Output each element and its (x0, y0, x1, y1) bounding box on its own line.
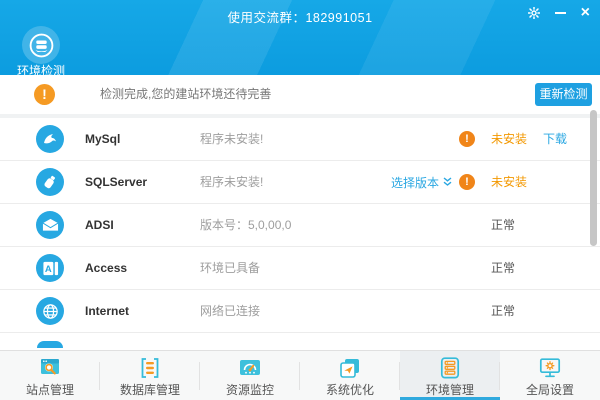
check-row-adsi[interactable]: ADSI 版本号：5,0,00,0 正常 (0, 204, 600, 247)
status-badge: 正常 (491, 218, 516, 232)
notice-message: 检测完成,您的建站环境还待完善 (100, 87, 272, 101)
settings-gear-icon[interactable] (527, 7, 540, 19)
status-badge: 未安装 (491, 132, 528, 146)
globe-icon (36, 297, 64, 325)
tab-global-settings[interactable]: 全局设置 (500, 351, 600, 400)
tab-label: 系统优化 (325, 383, 374, 397)
notice-bar: ! 检测完成,您的建站环境还待完善 重新检测 (0, 75, 600, 114)
download-link[interactable]: 下载 (543, 118, 567, 160)
warning-exclamation-icon: ! (34, 84, 55, 105)
environment-check-list: MySql 程序未安装! ! 未安装 下载 SQLServer 程序未安装! 选… (0, 118, 600, 348)
check-name: Access (85, 261, 128, 275)
close-button[interactable]: × (581, 5, 590, 21)
recheck-button[interactable]: 重新检测 (535, 83, 592, 106)
bottom-nav: 站点管理 数据库管理 资源监控 系统优化 环境管理 全局设置 (0, 350, 600, 400)
check-name: MySql (85, 132, 121, 146)
double-chevron-down-icon (443, 177, 452, 186)
tab-label: 环境管理 (425, 383, 474, 397)
status-warning-icon: ! (459, 174, 475, 190)
check-status-text: 版本号：5,0,00,0 (200, 218, 292, 232)
header: 使用交流群：182991051 × 环境检测 (0, 0, 600, 78)
server-hand-icon (29, 33, 53, 57)
check-status-text: 环境已具备 (200, 261, 261, 275)
tab-database-management[interactable]: 数据库管理 (100, 351, 200, 400)
environment-management-icon (438, 356, 462, 379)
version-select-label: 选择版本 (391, 175, 440, 190)
check-row-access[interactable]: A Access 环境已具备 正常 (0, 247, 600, 290)
scrollbar[interactable] (590, 110, 597, 246)
svg-text:A: A (44, 264, 51, 275)
check-row-internet[interactable]: Internet 网络已连接 正常 (0, 290, 600, 333)
minimize-icon (554, 12, 566, 14)
app-window: 使用交流群：182991051 × 环境检测 ! 检测完成,您的建站环境还待完善… (0, 0, 600, 400)
check-row-partial (0, 333, 600, 348)
global-settings-icon (538, 356, 562, 379)
tab-label: 资源监控 (225, 383, 274, 397)
module-badge (22, 26, 60, 64)
status-warning-icon: ! (459, 131, 475, 147)
resource-monitor-icon (238, 356, 262, 379)
site-management-icon (38, 356, 62, 379)
titlebar-title: 使用交流群：182991051 (227, 11, 373, 25)
tab-label: 全局设置 (525, 383, 574, 397)
window-controls: × (527, 5, 590, 21)
check-status-text: 网络已连接 (200, 304, 261, 318)
check-row-sqlserver[interactable]: SQLServer 程序未安装! 选择版本 ! 未安装 (0, 161, 600, 204)
tab-site-management[interactable]: 站点管理 (0, 351, 100, 400)
status-badge: 正常 (491, 261, 516, 275)
tab-system-optimization[interactable]: 系统优化 (300, 351, 400, 400)
mysql-dolphin-icon (36, 125, 64, 153)
check-name: ADSI (85, 218, 114, 232)
check-name: Internet (85, 304, 130, 318)
system-optimization-icon (338, 356, 362, 379)
tab-environment-management[interactable]: 环境管理 (400, 351, 500, 400)
tab-label: 站点管理 (25, 383, 74, 397)
check-status-text: 程序未安装! (200, 175, 264, 189)
check-name: SQLServer (85, 175, 148, 189)
check-status-text: 程序未安装! (200, 132, 264, 146)
status-badge: 未安装 (491, 175, 528, 189)
check-row-mysql[interactable]: MySql 程序未安装! ! 未安装 下载 (0, 118, 600, 161)
minimize-button[interactable] (554, 12, 566, 14)
version-select[interactable]: 选择版本 (391, 161, 452, 203)
access-letter-icon: A (36, 254, 64, 282)
database-management-icon (138, 356, 162, 379)
next-row-icon-partial (37, 341, 63, 348)
tab-label: 数据库管理 (119, 383, 180, 397)
status-badge: 正常 (491, 304, 516, 318)
tab-resource-monitor[interactable]: 资源监控 (200, 351, 300, 400)
adsi-envelope-icon (36, 211, 64, 239)
sqlserver-flask-icon (36, 168, 64, 196)
